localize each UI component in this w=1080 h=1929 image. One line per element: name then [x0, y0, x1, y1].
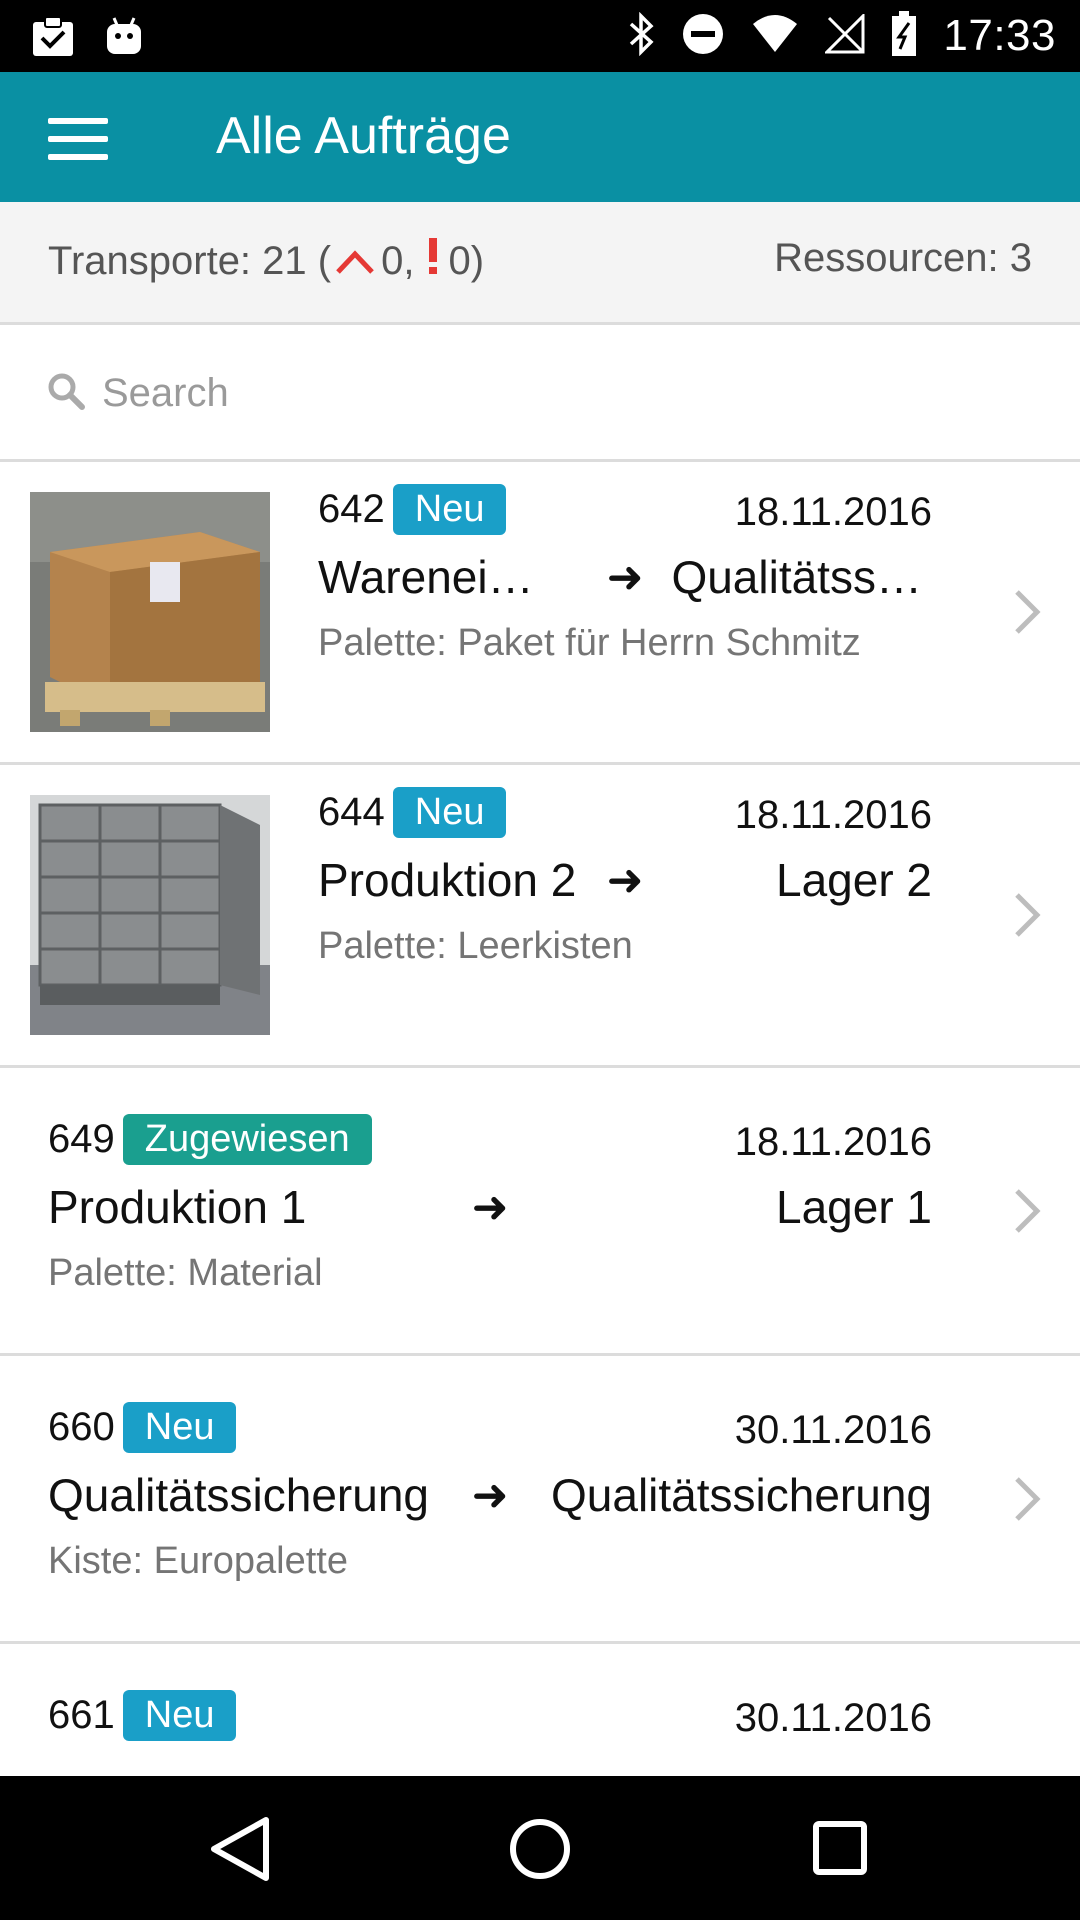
- arrow-right-icon: ➜: [471, 1182, 509, 1232]
- exclamation-icon: [426, 236, 440, 286]
- order-item-644[interactable]: 644 Neu 18.11.2016 Produktion 2 ➜ Lager …: [0, 765, 1080, 1068]
- order-route: Warenei… ➜ Qualitätssic…: [318, 550, 932, 604]
- order-subtitle: Palette: Material: [48, 1252, 323, 1294]
- order-item-649[interactable]: 649 Zugewiesen 18.11.2016 Produktion 1 ➜…: [0, 1068, 1080, 1356]
- order-subtitle: Palette: Leerkisten: [318, 925, 633, 967]
- arrow-right-icon: ➜: [606, 552, 644, 602]
- order-date: 30.11.2016: [734, 1408, 932, 1452]
- app-bar: Alle Aufträge: [0, 72, 1080, 202]
- route-to: Lager 1: [775, 1181, 932, 1233]
- status-badge: Neu: [392, 787, 507, 838]
- route-from: Produktion 1: [48, 1181, 307, 1233]
- order-number: 661: [48, 1693, 115, 1737]
- search-bar: [0, 325, 1080, 462]
- recents-icon[interactable]: [800, 1814, 880, 1884]
- order-date: 18.11.2016: [734, 490, 932, 534]
- urgent-count: 0,: [381, 238, 415, 283]
- order-number: 649: [48, 1117, 115, 1161]
- status-bar: 17:33: [0, 0, 1080, 72]
- route-to: Qualitätssicherung: [551, 1469, 932, 1521]
- clipboard-check-icon: [30, 14, 76, 63]
- page-title: Alle Aufträge: [216, 107, 511, 165]
- order-number: 660: [48, 1405, 115, 1449]
- status-badge: Neu: [122, 1690, 237, 1741]
- transports-label: Transporte: 21 (: [48, 238, 332, 283]
- back-icon[interactable]: [202, 1814, 282, 1884]
- status-badge: Neu: [122, 1402, 237, 1453]
- status-time: 17:33: [943, 11, 1056, 60]
- order-item-660[interactable]: 660 Neu 30.11.2016 Qualitätssicherung ➜ …: [0, 1356, 1080, 1644]
- route-to: Qualitätssic…: [671, 551, 932, 603]
- route-from: Qualitätssicherung: [48, 1469, 429, 1521]
- warning-count: 0): [448, 238, 485, 283]
- wifi-icon: [751, 14, 799, 59]
- bluetooth-icon: [627, 11, 655, 61]
- hamburger-menu-icon[interactable]: [38, 106, 118, 170]
- order-subtitle: Palette: Paket für Herrn Schmitz: [318, 622, 861, 664]
- no-signal-icon: [823, 11, 865, 59]
- transport-summary: Transporte: 21 ( 0, 0): [48, 236, 484, 286]
- android-icon: [104, 16, 144, 61]
- chevron-right-icon: [1012, 890, 1042, 940]
- order-date: 30.11.2016: [734, 1696, 932, 1740]
- arrow-right-icon: ➜: [471, 1470, 509, 1520]
- navigation-bar: [0, 1776, 1080, 1920]
- order-thumbnail: [30, 492, 270, 732]
- order-number: 644: [318, 790, 385, 834]
- chevron-right-icon: [1012, 587, 1042, 637]
- status-badge: Zugewiesen: [122, 1114, 372, 1165]
- search-icon: [46, 371, 86, 411]
- order-date: 18.11.2016: [734, 793, 932, 837]
- route-to: Lager 2: [775, 854, 932, 906]
- chevron-up-icon: [335, 246, 375, 276]
- order-route: Qualitätssicherung ➜ Qualitätssicherung: [48, 1468, 932, 1522]
- order-item-642[interactable]: 642 Neu 18.11.2016 Warenei… ➜ Qualitätss…: [0, 462, 1080, 765]
- order-route: Produktion 2 ➜ Lager 2: [318, 853, 932, 907]
- search-input[interactable]: [100, 359, 1004, 427]
- route-from: Produktion 2: [318, 854, 577, 906]
- resources-label: Ressourcen: 3: [774, 236, 1032, 280]
- status-badge: Neu: [392, 484, 507, 535]
- order-number: 642: [318, 487, 385, 531]
- summary-bar: Transporte: 21 ( 0, 0) Ressourcen: 3: [0, 202, 1080, 325]
- order-route: Produktion 1 ➜ Lager 1: [48, 1180, 932, 1234]
- order-date: 18.11.2016: [734, 1120, 932, 1164]
- chevron-right-icon: [1012, 1474, 1042, 1524]
- route-from: Warenei…: [318, 551, 534, 603]
- order-subtitle: Kiste: Europalette: [48, 1540, 348, 1582]
- do-not-disturb-icon: [681, 12, 725, 61]
- chevron-right-icon: [1012, 1186, 1042, 1236]
- home-icon[interactable]: [500, 1814, 580, 1884]
- order-thumbnail: [30, 795, 270, 1035]
- battery-icon: [891, 10, 917, 62]
- arrow-right-icon: ➜: [606, 855, 644, 905]
